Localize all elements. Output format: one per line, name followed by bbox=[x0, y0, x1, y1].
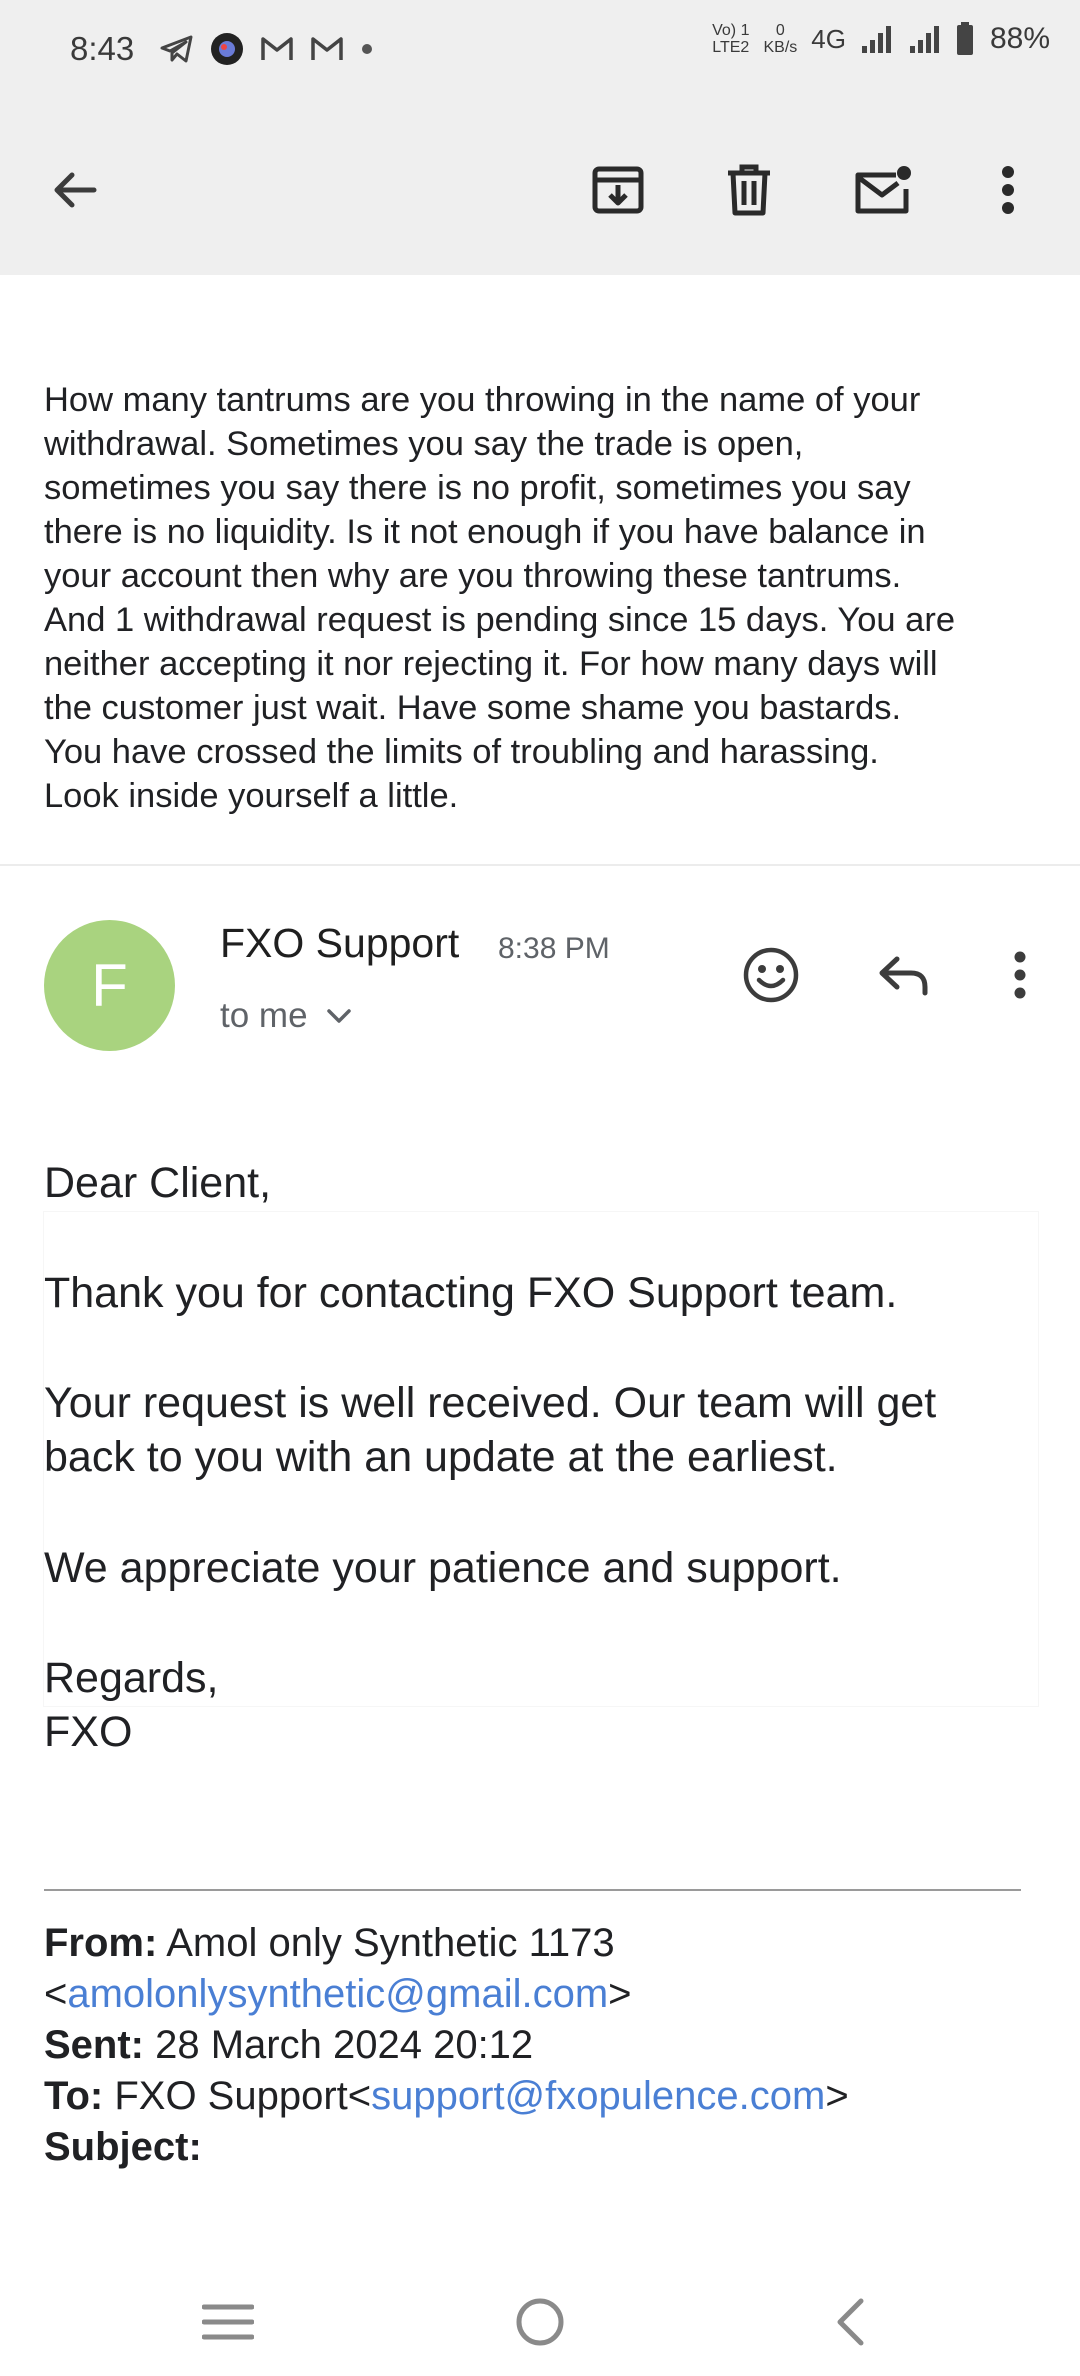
from-name: Amol only Synthetic 1173 bbox=[166, 1921, 615, 1965]
from-email-link[interactable]: amolonlysynthetic@gmail.com bbox=[67, 1972, 608, 2016]
previous-message-line: withdrawal. Sometimes you say the trade … bbox=[44, 425, 804, 463]
previous-message-body: How many tantrums are you throwing in th… bbox=[44, 378, 1044, 818]
recents-button[interactable] bbox=[188, 2282, 268, 2362]
archive-button[interactable] bbox=[578, 150, 658, 230]
signal-icon-2 bbox=[909, 26, 939, 53]
home-button[interactable] bbox=[500, 2282, 580, 2362]
signature: FXO bbox=[44, 1708, 133, 1756]
telegram-icon bbox=[160, 35, 193, 63]
gmail-icon bbox=[261, 37, 293, 60]
status-bar: 8:43 Vo) 1 LTE2 0 KB/s 4G 88% bbox=[0, 0, 1080, 100]
network-type: 4G bbox=[811, 23, 846, 54]
trash-icon bbox=[728, 164, 770, 216]
sender-avatar[interactable]: F bbox=[44, 920, 175, 1051]
sent-label: Sent: bbox=[44, 2023, 144, 2067]
more-vert-icon bbox=[1002, 166, 1014, 214]
back-chevron-icon bbox=[837, 2298, 864, 2346]
body-paragraph-2-line-2: back to you with an update at the earlie… bbox=[44, 1433, 838, 1481]
previous-message-line: sometimes you say there is no profit, so… bbox=[44, 469, 911, 507]
system-back-button[interactable] bbox=[810, 2282, 890, 2362]
signal-icon bbox=[861, 26, 891, 53]
previous-message-line: there is no liquidity. Is it not enough … bbox=[44, 513, 926, 551]
gmail-icon-2 bbox=[311, 37, 343, 60]
notification-icons bbox=[160, 32, 374, 66]
status-right-group: Vo) 1 LTE2 0 KB/s 4G 88% bbox=[712, 22, 1050, 56]
sent-value: 28 March 2024 20:12 bbox=[155, 2023, 534, 2067]
quoted-subject: Subject: bbox=[44, 2122, 1044, 2173]
subject-label: Subject: bbox=[44, 2125, 202, 2169]
previous-message-line: How many tantrums are you throwing in th… bbox=[44, 381, 921, 419]
closing: Regards, FXO bbox=[44, 1651, 1044, 1759]
volte-indicator: Vo) 1 LTE2 bbox=[712, 22, 750, 56]
archive-icon bbox=[592, 166, 644, 214]
message-time: 8:38 PM bbox=[498, 932, 610, 965]
message-divider bbox=[0, 864, 1080, 866]
mark-unread-button[interactable] bbox=[842, 150, 922, 230]
delete-button[interactable] bbox=[709, 150, 789, 230]
from-label: From: bbox=[44, 1921, 158, 1965]
body-paragraph-1: Thank you for contacting FXO Support tea… bbox=[44, 1269, 898, 1317]
body-paragraph-2-line-1: Your request is well received. Our team … bbox=[44, 1379, 937, 1427]
quoted-to: To: FXO Support<support@fxopulence.com> bbox=[44, 2074, 849, 2118]
recipient-label: to me bbox=[220, 996, 308, 1035]
closing-regards: Regards, bbox=[44, 1654, 219, 1702]
back-button[interactable] bbox=[35, 150, 115, 230]
app-notification-icon bbox=[211, 33, 243, 65]
to-name: FXO Support bbox=[114, 2074, 348, 2118]
status-time: 8:43 bbox=[70, 30, 135, 67]
reply-button[interactable] bbox=[864, 935, 944, 1015]
quoted-from: From: Amol only Synthetic 1173 bbox=[44, 1918, 1044, 1969]
quoted-sent: Sent: 28 March 2024 20:12 bbox=[44, 2020, 1044, 2071]
sender-name: FXO Support bbox=[220, 920, 460, 966]
previous-message-line: the customer just wait. Have some shame … bbox=[44, 689, 902, 727]
system-nav-bar bbox=[0, 2260, 1080, 2376]
more-vert-icon bbox=[1014, 951, 1026, 999]
previous-message-line: neither accepting it nor rejecting it. F… bbox=[44, 645, 938, 683]
quoted-from-email: <amolonlysynthetic@gmail.com> bbox=[44, 1972, 632, 2016]
previous-message-line: You have crossed the limits of troubling… bbox=[44, 733, 879, 771]
recipient-details-toggle[interactable]: to me bbox=[220, 996, 352, 1036]
greeting: Dear Client, bbox=[44, 1159, 272, 1207]
to-label: To: bbox=[44, 2074, 104, 2118]
previous-message-line: Look inside yourself a little. bbox=[44, 777, 459, 815]
emoji-smile-icon bbox=[743, 947, 799, 1003]
previous-message-line: your account then why are you throwing t… bbox=[44, 557, 902, 595]
message-more-button[interactable] bbox=[980, 935, 1060, 1015]
menu-lines-icon bbox=[202, 2304, 254, 2340]
app-bar bbox=[0, 100, 1080, 275]
body-paragraph-3: We appreciate your patience and support. bbox=[44, 1544, 842, 1592]
previous-message-line: And 1 withdrawal request is pending sinc… bbox=[44, 601, 956, 639]
back-arrow-icon bbox=[54, 172, 97, 208]
mail-unread-icon bbox=[855, 166, 911, 214]
more-options-button[interactable] bbox=[968, 150, 1048, 230]
to-email-link[interactable]: support@fxopulence.com bbox=[371, 2074, 825, 2118]
body-paragraph-2: Your request is well received. Our team … bbox=[44, 1376, 1044, 1484]
quoted-header: From: Amol only Synthetic 1173 <amolonly… bbox=[44, 1918, 1044, 2173]
react-emoji-button[interactable] bbox=[731, 935, 811, 1015]
home-circle-icon bbox=[516, 2298, 564, 2346]
network-speed: 0 KB/s bbox=[763, 22, 798, 56]
reply-icon bbox=[879, 956, 928, 996]
battery-percent: 88% bbox=[989, 22, 1050, 55]
quote-separator bbox=[44, 1889, 1021, 1891]
more-notifications-dot-icon bbox=[362, 44, 372, 54]
battery-icon bbox=[956, 22, 973, 55]
chevron-down-icon bbox=[326, 1009, 351, 1023]
